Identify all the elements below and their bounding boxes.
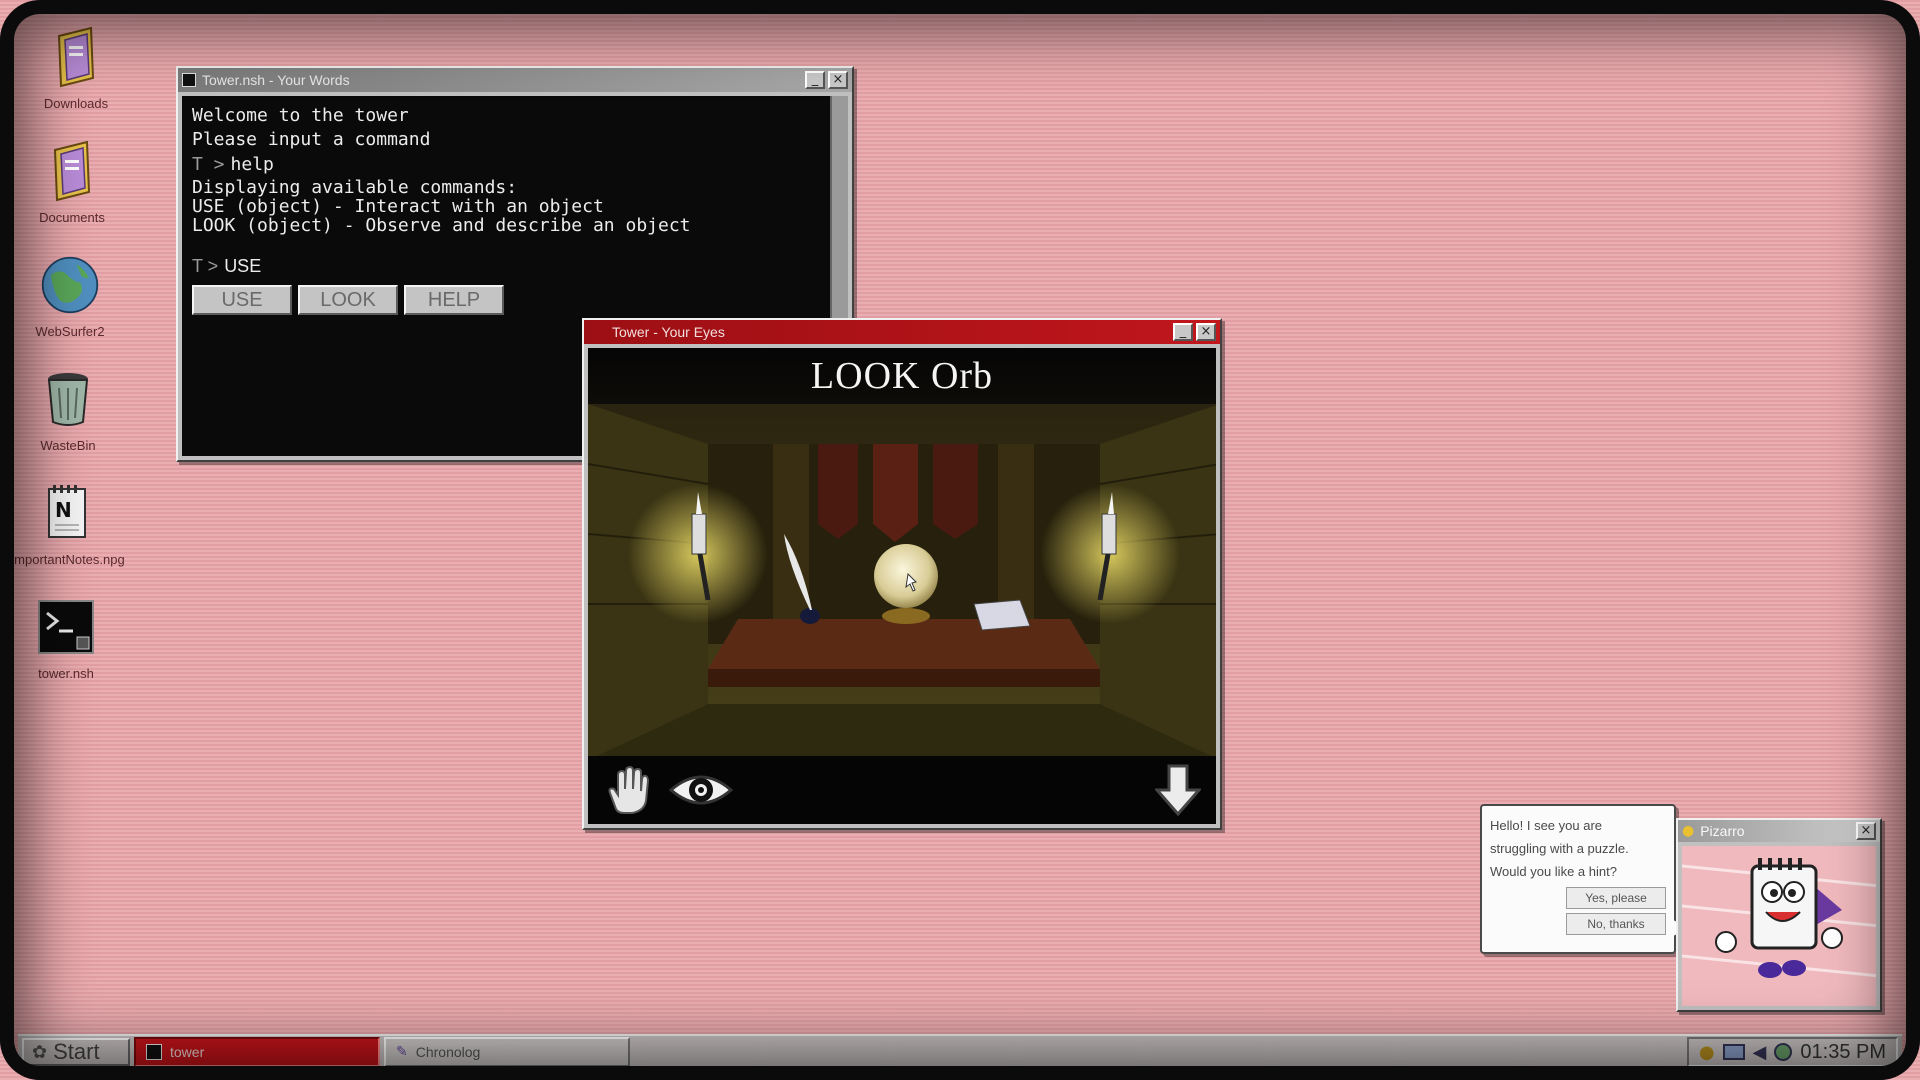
desktop-icon-label: tower.nsh <box>38 666 94 681</box>
desktop-icon-documents[interactable]: Documents <box>12 136 132 225</box>
assistant-mascot[interactable] <box>1682 846 1876 1006</box>
taskbar-item-label: Chronolog <box>415 1044 481 1060</box>
folder-icon <box>42 136 102 206</box>
taskbar: ✿ Start tower ✎ Chronolog ● ◀ 01:35 PM <box>18 1034 1902 1068</box>
desktop-icon-downloads[interactable]: Downloads <box>16 22 136 111</box>
terminal-titlebar[interactable]: Tower.nsh - Your Words _ × <box>178 68 852 92</box>
use-button[interactable]: USE <box>192 285 292 315</box>
terminal-line: Please input a command <box>192 129 431 150</box>
hint-message-line: Hello! I see you are <box>1490 818 1603 833</box>
command-button-row: USE LOOK HELP <box>192 285 820 315</box>
taskbar-item-tower[interactable]: tower <box>134 1037 380 1067</box>
assistant-title: Pizarro <box>1700 823 1745 839</box>
desktop-icon-wastebin[interactable]: WasteBin <box>8 364 128 453</box>
tower-room-scene[interactable] <box>588 404 1216 760</box>
desktop-icon-websurfer2[interactable]: WebSurfer2 <box>10 250 130 339</box>
minimize-button[interactable]: _ <box>1173 323 1193 341</box>
start-label: Start <box>53 1039 100 1064</box>
terminal-icon <box>36 592 96 662</box>
terminal-icon <box>146 1044 162 1060</box>
terminal-history-entry: T > help <box>192 152 820 178</box>
terminal-app-icon <box>182 73 196 87</box>
down-arrow-icon[interactable] <box>1152 764 1204 816</box>
command-input[interactable]: USE <box>224 253 261 279</box>
no-thanks-button[interactable]: No, thanks <box>1566 913 1666 935</box>
close-button[interactable]: × <box>1856 822 1876 840</box>
eyes-window[interactable]: Tower - Your Eyes _ × LOOK Orb <box>582 318 1222 830</box>
trash-bin-icon <box>38 364 98 434</box>
folder-icon <box>46 22 106 92</box>
clock: 01:35 PM <box>1800 1040 1886 1063</box>
close-button[interactable]: × <box>1196 323 1216 341</box>
start-button[interactable]: ✿ Start <box>22 1038 130 1066</box>
lightbulb-icon[interactable]: ● <box>1699 1042 1715 1063</box>
scene-action-bar <box>588 756 1216 824</box>
terminal-title: Tower.nsh - Your Words <box>202 72 350 88</box>
system-tray: ● ◀ 01:35 PM <box>1686 1037 1898 1067</box>
svg-text:N: N <box>55 498 72 522</box>
desktop-icon-label: Downloads <box>43 96 109 111</box>
eyes-titlebar[interactable]: Tower - Your Eyes _ × <box>584 320 1220 344</box>
hint-message-line: struggling with a puzzle. <box>1490 841 1629 856</box>
notepad-icon: N <box>38 478 98 548</box>
yes-please-button[interactable]: Yes, please <box>1566 887 1666 909</box>
close-button[interactable]: × <box>828 71 848 89</box>
hand-icon[interactable] <box>600 764 652 816</box>
network-icon[interactable] <box>1722 1044 1745 1060</box>
prompt-symbol: T > <box>192 154 225 175</box>
terminal-line: Welcome to the tower <box>192 105 409 126</box>
desktop-icon-label: importantNotes.npg <box>11 552 125 567</box>
prompt-symbol: T > <box>192 256 219 276</box>
minimize-button[interactable]: _ <box>805 71 825 89</box>
desktop-icon-importantnotes[interactable]: N importantNotes.npg <box>8 478 128 567</box>
assistant-titlebar[interactable]: ● Pizarro × <box>1678 820 1880 842</box>
taskbar-item-label: tower <box>170 1044 205 1060</box>
hint-speech-bubble: Hello! I see you are struggling with a p… <box>1480 804 1694 954</box>
help-output-line: Displaying available commands: <box>192 177 518 198</box>
desktop-icon-label: Documents <box>39 210 105 225</box>
start-logo-icon: ✿ <box>32 1041 48 1063</box>
help-output-line: USE (object) - Interact with an object <box>192 196 604 217</box>
taskbar-item-chronolog[interactable]: ✎ Chronolog <box>384 1037 630 1067</box>
eye-icon[interactable] <box>666 764 736 816</box>
desktop-icon-tower-nsh[interactable]: tower.nsh <box>6 592 126 681</box>
pen-icon: ✎ <box>396 1044 408 1060</box>
scene-viewport: LOOK Orb <box>588 348 1216 824</box>
eyes-title: Tower - Your Eyes <box>612 324 725 340</box>
desktop-icon-label: WebSurfer2 <box>35 324 105 339</box>
terminal-input-line[interactable]: T > USE <box>192 253 820 279</box>
speaker-icon[interactable]: ◀ <box>1753 1042 1767 1063</box>
globe-icon[interactable] <box>1774 1043 1793 1061</box>
help-button[interactable]: HELP <box>404 285 504 315</box>
look-button[interactable]: LOOK <box>298 285 398 315</box>
lightbulb-icon: ● <box>1682 823 1695 839</box>
history-command: help <box>230 154 274 175</box>
scene-heading: LOOK Orb <box>588 348 1216 404</box>
hint-message-line: Would you like a hint? <box>1490 864 1617 879</box>
globe-icon <box>40 250 100 320</box>
assistant-window[interactable]: ● Pizarro × <box>1676 818 1882 1012</box>
desktop-icon-label: WasteBin <box>40 438 96 453</box>
help-output-line: LOOK (object) - Observe and describe an … <box>192 215 691 236</box>
